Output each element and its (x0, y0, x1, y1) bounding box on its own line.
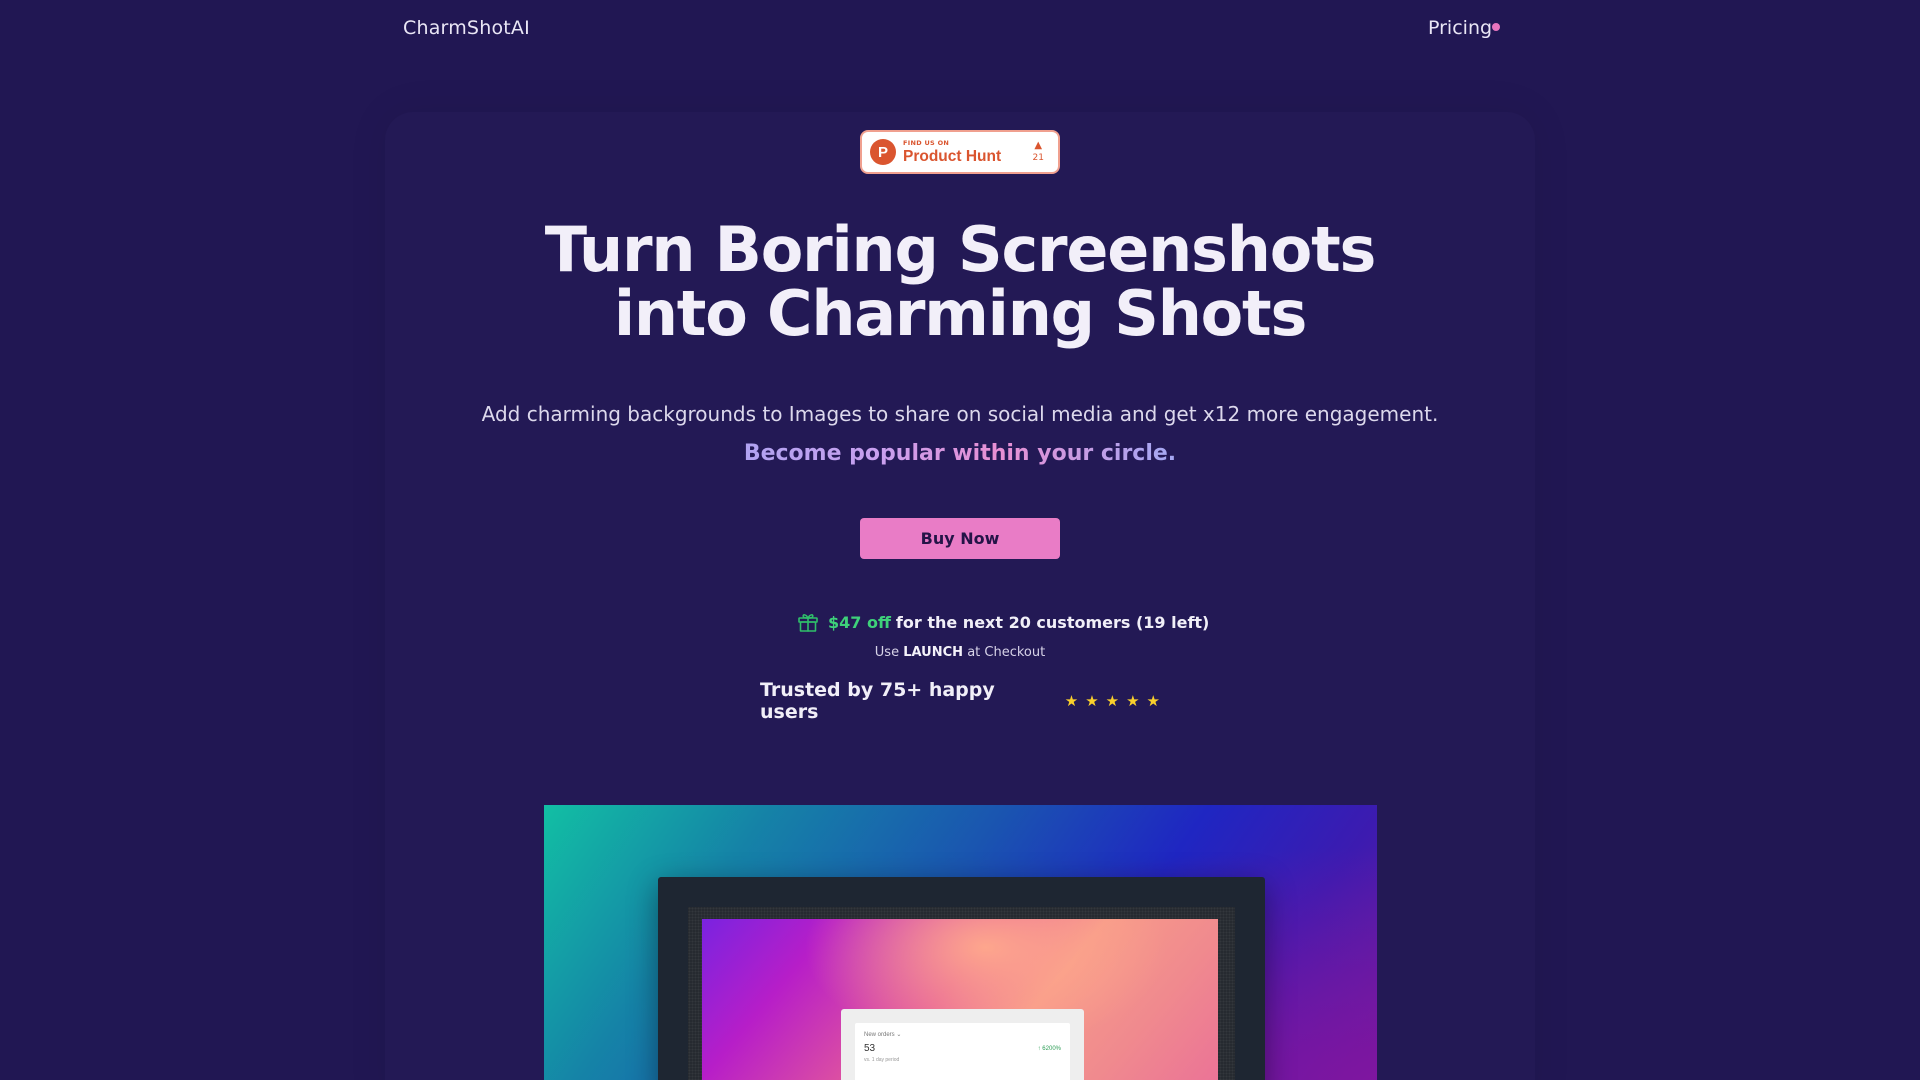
brand-logo[interactable]: CharmShotAI (403, 17, 530, 39)
buy-now-button[interactable]: Buy Now (860, 518, 1060, 559)
product-hunt-name: Product Hunt (903, 147, 1002, 165)
stat-card-value: 53 (864, 1043, 876, 1054)
product-hunt-text: FIND US ON Product Hunt (903, 140, 1001, 164)
product-hunt-logo-icon: P (870, 139, 896, 165)
nav-pricing-link[interactable]: Pricing (1428, 17, 1492, 39)
stat-card-row: 53 ↑ 6200% (864, 1043, 1061, 1054)
vote-count: 21 (1032, 153, 1044, 163)
star-icon: ★ (1085, 691, 1099, 710)
hero-headline: Turn Boring Screenshots into Charming Sh… (460, 218, 1460, 346)
discount-offer: $47 off for the next 20 customers (19 le… (796, 609, 1209, 635)
social-proof: Trusted by 75+ happy users ★ ★ ★ ★ ★ (760, 679, 1160, 723)
coupon-code: LAUNCH (903, 645, 964, 660)
star-icon: ★ (1105, 691, 1120, 710)
pricing-notification-dot (1492, 23, 1500, 31)
star-icon: ★ (1146, 691, 1160, 710)
headline-line-2: into Charming Shots (613, 277, 1308, 350)
star-icon: ★ (1064, 691, 1079, 710)
discount-details: for the next 20 customers (19 left) (895, 612, 1210, 632)
preview-gradient-background: New orders ⌄ 53 ↑ 6200% vs. 1 day period (702, 919, 1218, 1080)
preview-image: New orders ⌄ 53 ↑ 6200% vs. 1 day period (544, 805, 1377, 1080)
stat-card-change: ↑ 6200% (1037, 1045, 1061, 1052)
hero-subtitle: Add charming backgrounds to Images to sh… (481, 402, 1439, 426)
coupon-suffix: at Checkout (967, 645, 1046, 660)
coupon-instructions: Use LAUNCH at Checkout (760, 645, 1160, 660)
preview-window-inner: New orders ⌄ 53 ↑ 6200% vs. 1 day period (688, 907, 1235, 1080)
preview-stat-card: New orders ⌄ 53 ↑ 6200% vs. 1 day period (855, 1023, 1070, 1080)
stat-card-title: New orders ⌄ (864, 1032, 902, 1038)
trusted-text: Trusted by 75+ happy users (760, 679, 995, 723)
product-hunt-badge[interactable]: P FIND US ON Product Hunt ▲ 21 (860, 130, 1060, 174)
headline-line-1: Turn Boring Screenshots (544, 213, 1377, 286)
hero-tagline: Become popular within your circle. (560, 441, 1360, 466)
gift-icon (798, 614, 818, 632)
preview-screenshot-card: New orders ⌄ 53 ↑ 6200% vs. 1 day period (841, 1009, 1084, 1080)
upvote-arrow-icon: ▲ (1034, 140, 1043, 151)
rating-stars: ★ ★ ★ ★ ★ (1064, 691, 1160, 710)
preview-window-frame: New orders ⌄ 53 ↑ 6200% vs. 1 day period (658, 877, 1265, 1080)
discount-amount: $47 off (828, 612, 891, 632)
product-hunt-votes: ▲ 21 (1033, 141, 1044, 163)
landing-page: CharmShotAI Pricing P FIND US ON Product… (0, 0, 1920, 1080)
stat-card-subtext: vs. 1 day period (864, 1057, 900, 1063)
product-hunt-small-label: FIND US ON (903, 139, 950, 147)
coupon-prefix: Use (874, 645, 900, 660)
star-icon: ★ (1126, 691, 1140, 710)
